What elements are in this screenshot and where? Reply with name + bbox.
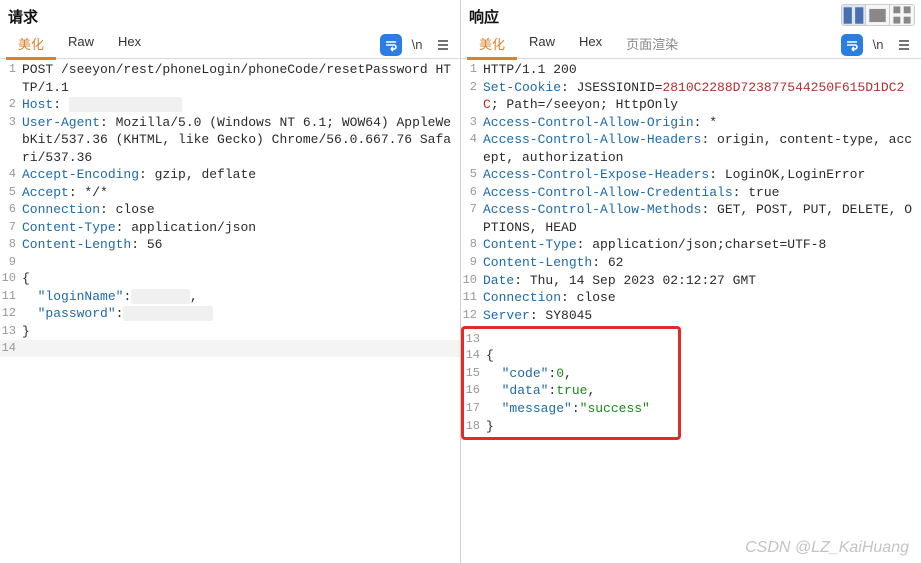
line-number: 4 xyxy=(0,166,22,182)
newline-icon[interactable]: \n xyxy=(406,34,428,56)
line-number: 3 xyxy=(0,114,22,130)
code-line: 12Server: SY8045 xyxy=(461,307,921,325)
line-number: 16 xyxy=(464,382,486,398)
code-line: 18} xyxy=(464,418,678,436)
code-line: 5Accept: */* xyxy=(0,184,460,202)
view-grid-button[interactable] xyxy=(890,5,914,25)
code-line: 9Content-Length: 62 xyxy=(461,254,921,272)
code-line: 1POST /seeyon/rest/phoneLogin/phoneCode/… xyxy=(0,61,460,96)
line-number: 8 xyxy=(0,236,22,252)
request-title: 请求 xyxy=(0,0,460,31)
code-line: 3Access-Control-Allow-Origin: * xyxy=(461,114,921,132)
tab-Hex[interactable]: Hex xyxy=(106,30,153,60)
code-line: 4Access-Control-Allow-Headers: origin, c… xyxy=(461,131,921,166)
code-line: 15 "code":0, xyxy=(464,365,678,383)
code-line: 7Content-Type: application/json xyxy=(0,219,460,237)
code-line: 2Host: xxxxxxxxxxxxxx xyxy=(0,96,460,114)
view-layout-group[interactable] xyxy=(841,4,915,26)
line-number: 2 xyxy=(461,79,483,95)
request-tabs: 美化RawHex xyxy=(6,30,153,60)
wrap-icon[interactable] xyxy=(380,34,402,56)
response-toolbar: 美化RawHex页面渲染 \n xyxy=(461,31,921,59)
line-number: 10 xyxy=(0,270,22,286)
code-line: 12 "password":"xxxxxxxxx" xyxy=(0,305,460,323)
tab-美化[interactable]: 美化 xyxy=(6,30,56,60)
code-line: 5Access-Control-Expose-Headers: LoginOK,… xyxy=(461,166,921,184)
tab-Raw[interactable]: Raw xyxy=(517,30,567,60)
tab-美化[interactable]: 美化 xyxy=(467,30,517,60)
line-number: 17 xyxy=(464,400,486,416)
code-line: 17 "message":"success" xyxy=(464,400,678,418)
line-number: 1 xyxy=(461,61,483,77)
code-line: 8Content-Length: 56 xyxy=(0,236,460,254)
code-line: 7Access-Control-Allow-Methods: GET, POST… xyxy=(461,201,921,236)
code-line: 11Connection: close xyxy=(461,289,921,307)
line-number: 12 xyxy=(0,305,22,321)
tab-页面渲染[interactable]: 页面渲染 xyxy=(614,30,690,60)
wrap-icon[interactable] xyxy=(841,34,863,56)
menu-icon[interactable] xyxy=(432,34,454,56)
tab-Hex[interactable]: Hex xyxy=(567,30,614,60)
code-line: 1HTTP/1.1 200 xyxy=(461,61,921,79)
code-line: 2Set-Cookie: JSESSIONID=2810C2288D723877… xyxy=(461,79,921,114)
line-number: 12 xyxy=(461,307,483,323)
code-line: 14 xyxy=(0,340,460,356)
line-number: 2 xyxy=(0,96,22,112)
line-number: 8 xyxy=(461,236,483,252)
line-number: 7 xyxy=(0,219,22,235)
code-line: 6Connection: close xyxy=(0,201,460,219)
line-number: 6 xyxy=(0,201,22,217)
response-json-highlight: 1314{15 "code":0,16 "data":true,17 "mess… xyxy=(461,326,681,440)
code-line: 13} xyxy=(0,323,460,341)
request-body[interactable]: 1POST /seeyon/rest/phoneLogin/phoneCode/… xyxy=(0,59,460,563)
line-number: 10 xyxy=(461,272,483,288)
tab-Raw[interactable]: Raw xyxy=(56,30,106,60)
request-toolbar: 美化RawHex \n xyxy=(0,31,460,59)
view-single-button[interactable] xyxy=(866,5,890,25)
line-number: 6 xyxy=(461,184,483,200)
code-line: 14{ xyxy=(464,347,678,365)
line-number: 1 xyxy=(0,61,22,77)
code-line: 6Access-Control-Allow-Credentials: true xyxy=(461,184,921,202)
code-line: 8Content-Type: application/json;charset=… xyxy=(461,236,921,254)
request-panel: 请求 美化RawHex \n 1POST /seeyon/rest/phoneL… xyxy=(0,0,461,563)
line-number: 4 xyxy=(461,131,483,147)
line-number: 3 xyxy=(461,114,483,130)
code-line: 16 "data":true, xyxy=(464,382,678,400)
response-tabs: 美化RawHex页面渲染 xyxy=(467,30,690,60)
line-number: 7 xyxy=(461,201,483,217)
line-number: 14 xyxy=(464,347,486,363)
line-number: 13 xyxy=(0,323,22,339)
line-number: 5 xyxy=(461,166,483,182)
line-number: 15 xyxy=(464,365,486,381)
response-body[interactable]: 1HTTP/1.1 2002Set-Cookie: JSESSIONID=281… xyxy=(461,59,921,563)
code-line: 3User-Agent: Mozilla/5.0 (Windows NT 6.1… xyxy=(0,114,460,167)
line-number: 14 xyxy=(0,340,22,356)
line-number: 18 xyxy=(464,418,486,434)
newline-icon[interactable]: \n xyxy=(867,34,889,56)
line-number: 9 xyxy=(461,254,483,270)
view-split-button[interactable] xyxy=(842,5,866,25)
line-number: 11 xyxy=(0,288,22,304)
line-number: 9 xyxy=(0,254,22,270)
response-panel: 响应 美化RawHex页面渲染 \n 1HTTP/1.1 2002Set-Coo… xyxy=(461,0,921,563)
code-line: 10{ xyxy=(0,270,460,288)
line-number: 5 xyxy=(0,184,22,200)
code-line: 9 xyxy=(0,254,460,270)
code-line: 11 "loginName":"xxxxx", xyxy=(0,288,460,306)
line-number: 11 xyxy=(461,289,483,305)
code-line: 4Accept-Encoding: gzip, deflate xyxy=(0,166,460,184)
code-line: 13 xyxy=(464,331,678,347)
line-number: 13 xyxy=(464,331,486,347)
menu-icon[interactable] xyxy=(893,34,915,56)
code-line: 10Date: Thu, 14 Sep 2023 02:12:27 GMT xyxy=(461,272,921,290)
